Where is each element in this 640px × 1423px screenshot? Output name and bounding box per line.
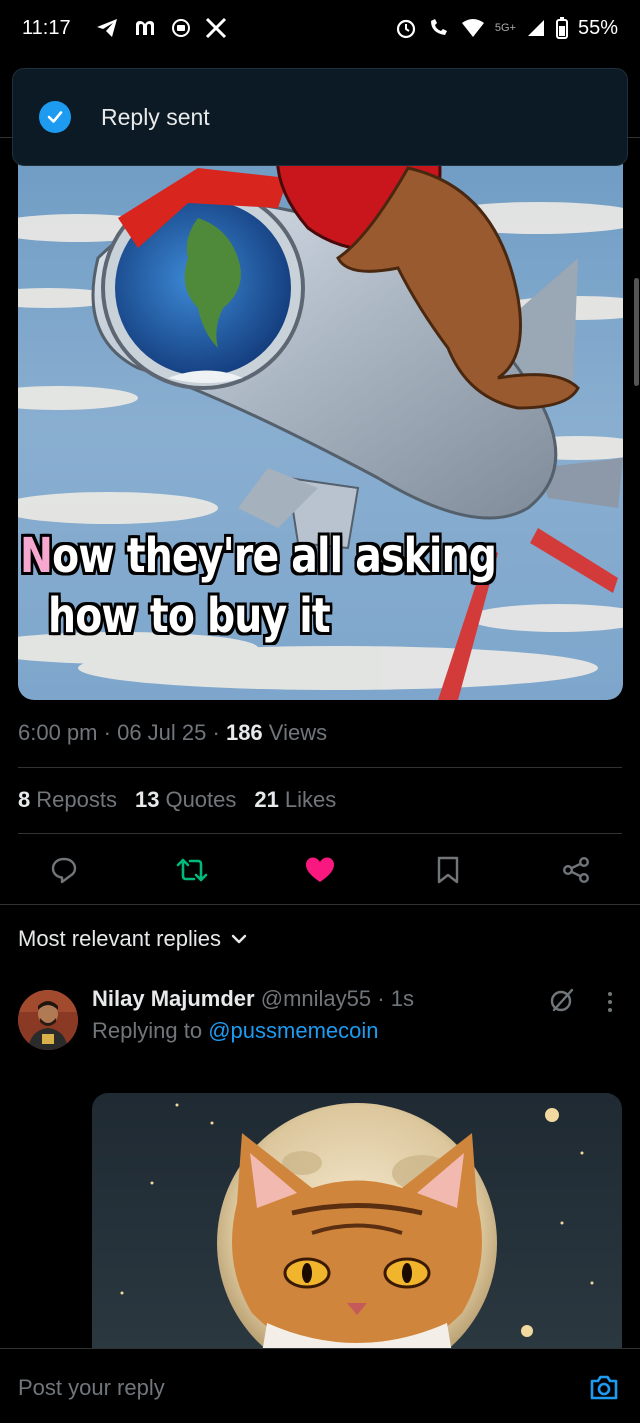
status-bar: 11:17 5G+ 55% bbox=[0, 0, 640, 56]
check-circle-icon bbox=[39, 101, 71, 133]
replies-sort-dropdown[interactable]: Most relevant replies bbox=[18, 926, 247, 952]
sort-label: Most relevant replies bbox=[18, 926, 221, 951]
post-meta: 6:00 pm · 06 Jul 25 · 186 Views bbox=[18, 720, 327, 746]
reply-sent-toast[interactable]: Reply sent bbox=[12, 68, 628, 166]
network-type: 5G+ bbox=[494, 22, 516, 34]
post-image[interactable]: Now they're all asking how to buy it bbox=[18, 148, 623, 700]
scrollbar-thumb[interactable] bbox=[634, 278, 639, 386]
comment-icon[interactable] bbox=[48, 854, 80, 886]
system-icons: 5G+ 55% bbox=[395, 17, 618, 40]
camera-icon[interactable] bbox=[589, 1373, 619, 1406]
reply-compose-bar: Post your reply bbox=[0, 1348, 640, 1423]
messenger-m-icon bbox=[135, 21, 154, 35]
toast-message: Reply sent bbox=[101, 103, 210, 130]
reply-author-name[interactable]: Nilay Majumder bbox=[92, 986, 255, 1011]
replying-prefix: Replying to bbox=[92, 1018, 203, 1043]
reposts-stat[interactable]: 8 Reposts bbox=[18, 787, 117, 813]
reposts-label: Reposts bbox=[36, 787, 117, 812]
divider bbox=[18, 767, 622, 768]
status-time: 11:17 bbox=[22, 16, 71, 39]
quotes-count: 13 bbox=[134, 787, 160, 812]
post-action-bar bbox=[0, 846, 640, 894]
likes-stat[interactable]: 21 Likes bbox=[254, 787, 336, 813]
reply-author-handle[interactable]: @mnilay55 bbox=[261, 986, 371, 1011]
replying-to-line: Replying to @pussmemecoin bbox=[92, 1018, 379, 1044]
divider bbox=[0, 904, 640, 905]
meme-caption-line2: how to buy it bbox=[48, 588, 331, 644]
views-count: 186 bbox=[225, 720, 263, 745]
meta-separator: · bbox=[212, 720, 226, 745]
wifi-icon bbox=[461, 19, 484, 37]
engagement-stats: 8 Reposts 13 Quotes 21 Likes bbox=[18, 787, 336, 813]
reply-time: 1s bbox=[390, 986, 414, 1011]
wifi-call-icon bbox=[430, 19, 447, 35]
bookmark-icon[interactable] bbox=[432, 854, 464, 886]
likes-count: 21 bbox=[254, 787, 279, 812]
quotes-label: Quotes bbox=[165, 787, 237, 812]
meme-caption-initial: N bbox=[20, 528, 53, 584]
chevron-down-icon bbox=[231, 934, 247, 944]
meta-separator: · bbox=[103, 720, 118, 745]
meme-caption-line1: Now they're all asking bbox=[20, 528, 497, 584]
notification-icons bbox=[95, 17, 227, 39]
post-date: 06 Jul 25 bbox=[117, 720, 207, 745]
post-time: 6:00 pm bbox=[18, 720, 98, 745]
share-icon[interactable] bbox=[560, 854, 592, 886]
quotes-stat[interactable]: 13 Quotes bbox=[135, 787, 236, 813]
robot-icon bbox=[171, 19, 190, 37]
battery-icon bbox=[555, 17, 568, 39]
reply-image[interactable] bbox=[92, 1093, 622, 1353]
battery-level: 55% bbox=[577, 16, 618, 39]
grok-icon[interactable] bbox=[548, 986, 576, 1019]
x-logo-icon bbox=[205, 17, 226, 39]
alarm-icon bbox=[396, 19, 415, 39]
avatar[interactable] bbox=[18, 990, 78, 1050]
replying-to-link[interactable]: @pussmemecoin bbox=[208, 1018, 378, 1043]
reposts-count: 8 bbox=[18, 787, 31, 812]
reply-header: Nilay Majumder @mnilay55 · 1s bbox=[92, 986, 414, 1012]
meta-separator: · bbox=[377, 986, 385, 1011]
signal-icon bbox=[527, 20, 544, 36]
telegram-icon bbox=[96, 19, 117, 37]
likes-label: Likes bbox=[284, 787, 337, 812]
repost-icon[interactable] bbox=[176, 854, 208, 886]
heart-icon[interactable] bbox=[304, 854, 336, 886]
divider bbox=[18, 833, 622, 834]
reply-input[interactable]: Post your reply bbox=[18, 1375, 165, 1401]
more-options-icon[interactable] bbox=[600, 990, 620, 1019]
views-label: Views bbox=[268, 720, 328, 745]
